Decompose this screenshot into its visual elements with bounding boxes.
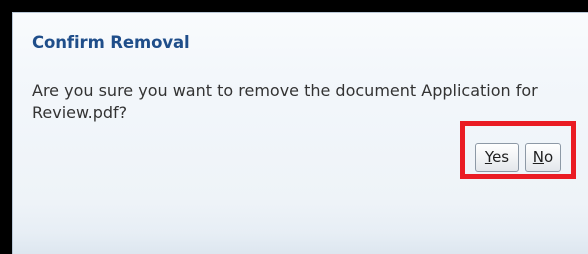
no-label-rest: o: [544, 148, 554, 166]
yes-button[interactable]: Yes: [475, 143, 519, 172]
dialog-title: Confirm Removal: [32, 33, 190, 52]
no-mnemonic: N: [532, 148, 545, 166]
no-button[interactable]: No: [525, 143, 561, 172]
yes-label-rest: es: [492, 148, 510, 166]
dialog-message: Are you sure you want to remove the docu…: [32, 81, 538, 122]
yes-mnemonic: Y: [484, 148, 493, 166]
